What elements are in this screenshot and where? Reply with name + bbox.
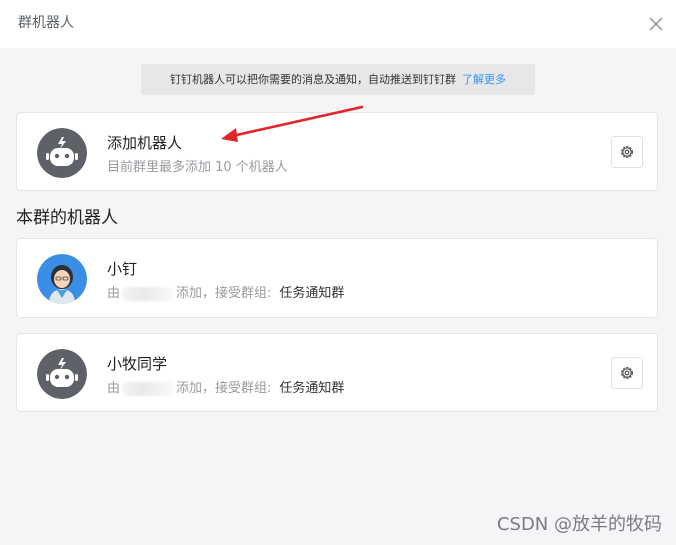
blurred-username <box>122 381 175 396</box>
watermark: CSDN @放羊的牧码 <box>496 514 662 535</box>
add-robot-title: 添加机器人 <box>107 134 183 152</box>
robot-card-xiaomu[interactable]: 小牧同学 由 添加，接受群组: 任务通知群 <box>16 333 658 412</box>
blurred-username <box>122 286 175 301</box>
robot-avatar-icon <box>37 349 87 399</box>
robot-info: 由 添加，接受群组: 任务通知群 <box>107 380 344 398</box>
gear-icon <box>620 366 634 380</box>
robot-avatar-icon <box>37 128 87 178</box>
robot-info: 由 添加，接受群组: 任务通知群 <box>107 285 344 303</box>
notice-text: 钉钉机器人可以把你需要的消息及通知，自动推送到钉钉群 <box>170 73 456 86</box>
robot-from-prefix: 由 <box>107 381 121 396</box>
close-button[interactable] <box>648 16 664 32</box>
robot-name: 小牧同学 <box>107 355 168 373</box>
dialog-header: 群机器人 <box>0 0 676 48</box>
robot-added-text: 添加，接受群组: <box>176 286 272 301</box>
add-robot-subtitle: 目前群里最多添加 10 个机器人 <box>107 160 288 175</box>
robot-group-name: 任务通知群 <box>279 286 345 301</box>
learn-more-link[interactable]: 了解更多 <box>462 73 506 86</box>
robot-card-xiaoding[interactable]: 小钉 由 添加，接受群组: 任务通知群 <box>16 238 658 318</box>
robot-added-text: 添加，接受群组: <box>176 381 272 396</box>
close-icon <box>649 17 663 31</box>
gear-icon <box>620 145 634 159</box>
xiaoding-avatar <box>37 254 87 304</box>
add-robot-card[interactable]: 添加机器人 目前群里最多添加 10 个机器人 <box>16 112 658 191</box>
robot-settings-button[interactable] <box>611 357 643 389</box>
info-notice: 钉钉机器人可以把你需要的消息及通知，自动推送到钉钉群 了解更多 <box>141 64 535 95</box>
robot-from-prefix: 由 <box>107 286 121 301</box>
robot-name: 小钉 <box>107 260 138 278</box>
add-robot-settings-button[interactable] <box>611 136 643 168</box>
robot-group-name: 任务通知群 <box>279 381 345 396</box>
dialog-title: 群机器人 <box>18 15 74 31</box>
robot-dialog: 群机器人 钉钉机器人可以把你需要的消息及通知，自动推送到钉钉群 了解更多 添加机器… <box>0 0 676 545</box>
section-title: 本群的机器人 <box>16 208 118 228</box>
